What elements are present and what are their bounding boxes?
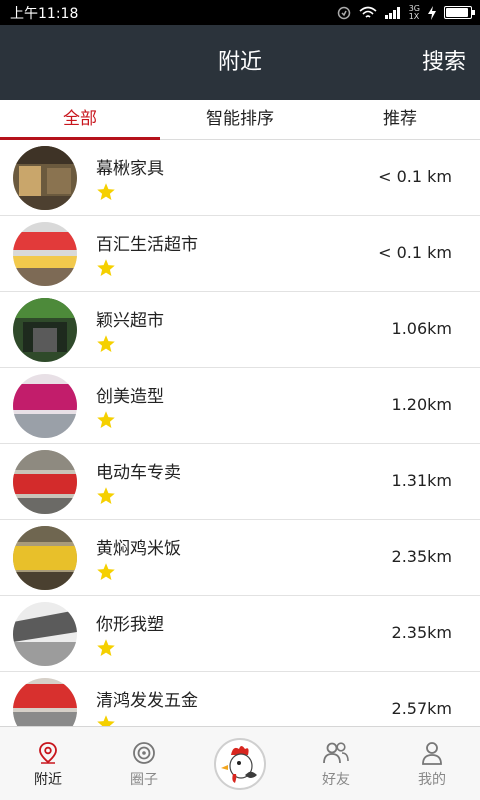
shop-distance: 1.31km: [391, 471, 452, 490]
shop-item[interactable]: 黄焖鸡米饭 2.35km: [0, 520, 480, 596]
star-icon: [97, 411, 115, 428]
app-header: 附近 搜索: [0, 25, 480, 100]
status-bar: 上午11:18 3G 1X: [0, 0, 480, 25]
rooster-icon: [221, 745, 257, 783]
shop-name: 颖兴超市: [96, 311, 164, 331]
shop-item[interactable]: 颖兴超市 1.06km: [0, 292, 480, 368]
nav-circle-label: 圈子: [130, 772, 158, 788]
page-title: 附近: [217, 50, 262, 75]
shop-distance: < 0.1 km: [378, 243, 452, 262]
nav-nearby-label: 附近: [34, 772, 62, 788]
shop-distance: 2.35km: [391, 623, 452, 642]
tab-smart-sort[interactable]: 智能排序: [160, 100, 320, 139]
star-icon: [97, 715, 115, 726]
shop-thumbnail: [13, 146, 77, 210]
profile-icon: [422, 742, 442, 765]
shop-thumbnail: [13, 526, 77, 590]
status-time: 上午11:18: [10, 5, 79, 22]
star-icon: [97, 259, 115, 276]
network-type-bottom: 1X: [408, 11, 420, 21]
friends-icon: [323, 742, 349, 764]
star-icon: [97, 183, 115, 200]
shop-distance: 1.06km: [391, 319, 452, 338]
shop-thumbnail: [13, 450, 77, 514]
shop-name: 创美造型: [96, 387, 164, 407]
shop-thumbnail: [13, 678, 77, 726]
star-icon: [97, 563, 115, 580]
nav-circle[interactable]: 圈子: [96, 727, 192, 800]
nav-friends-label: 好友: [322, 772, 350, 788]
bottom-nav: 附近 圈子 好友 我的: [0, 726, 480, 800]
charging-icon: [428, 5, 436, 20]
filter-tabs: 全部 智能排序 推荐: [0, 100, 480, 140]
shop-item[interactable]: 百汇生活超市 < 0.1 km: [0, 216, 480, 292]
tab-recommend[interactable]: 推荐: [320, 100, 480, 139]
shop-name: 幕楸家具: [96, 159, 164, 179]
signal-icon: [384, 6, 400, 19]
shop-item[interactable]: 电动车专卖 1.31km: [0, 444, 480, 520]
location-pin-icon: [39, 742, 57, 764]
shop-name: 百汇生活超市: [96, 235, 198, 255]
shop-distance: 2.35km: [391, 547, 452, 566]
shop-thumbnail: [13, 602, 77, 666]
shop-item[interactable]: 你形我塑 2.35km: [0, 596, 480, 672]
shop-list: 幕楸家具 < 0.1 km 百汇生活超市 < 0.1 km 颖兴超市 1.06k…: [0, 140, 480, 726]
star-icon: [97, 487, 115, 504]
nav-friends[interactable]: 好友: [288, 727, 384, 800]
shop-distance: 1.20km: [391, 395, 452, 414]
status-icons: 3G 1X: [337, 4, 475, 21]
battery-icon: [444, 6, 475, 19]
shop-item[interactable]: 幕楸家具 < 0.1 km: [0, 140, 480, 216]
circle-icon: [133, 742, 155, 764]
shop-name: 清鸿发发五金: [96, 691, 198, 711]
shop-thumbnail: [13, 298, 77, 362]
nav-mine[interactable]: 我的: [384, 727, 480, 800]
star-icon: [97, 335, 115, 352]
nav-nearby[interactable]: 附近: [0, 727, 96, 800]
star-icon: [97, 639, 115, 656]
shop-distance: 2.57km: [391, 699, 452, 718]
shop-name: 电动车专卖: [96, 463, 181, 483]
shop-thumbnail: [13, 222, 77, 286]
tab-all[interactable]: 全部: [0, 100, 160, 140]
shop-item[interactable]: 创美造型 1.20km: [0, 368, 480, 444]
shop-item[interactable]: 清鸿发发五金 2.57km: [0, 672, 480, 726]
nav-center-button[interactable]: [192, 727, 288, 800]
nav-mine-label: 我的: [418, 772, 446, 788]
network-type: 3G 1X: [408, 4, 420, 21]
shop-name: 你形我塑: [96, 615, 164, 635]
shop-distance: < 0.1 km: [378, 167, 452, 186]
sync-icon: [337, 6, 350, 19]
shop-thumbnail: [13, 374, 77, 438]
wifi-icon: [359, 6, 377, 18]
search-button[interactable]: 搜索: [422, 25, 466, 100]
shop-name: 黄焖鸡米饭: [96, 539, 181, 559]
rooster-logo: [214, 737, 266, 790]
